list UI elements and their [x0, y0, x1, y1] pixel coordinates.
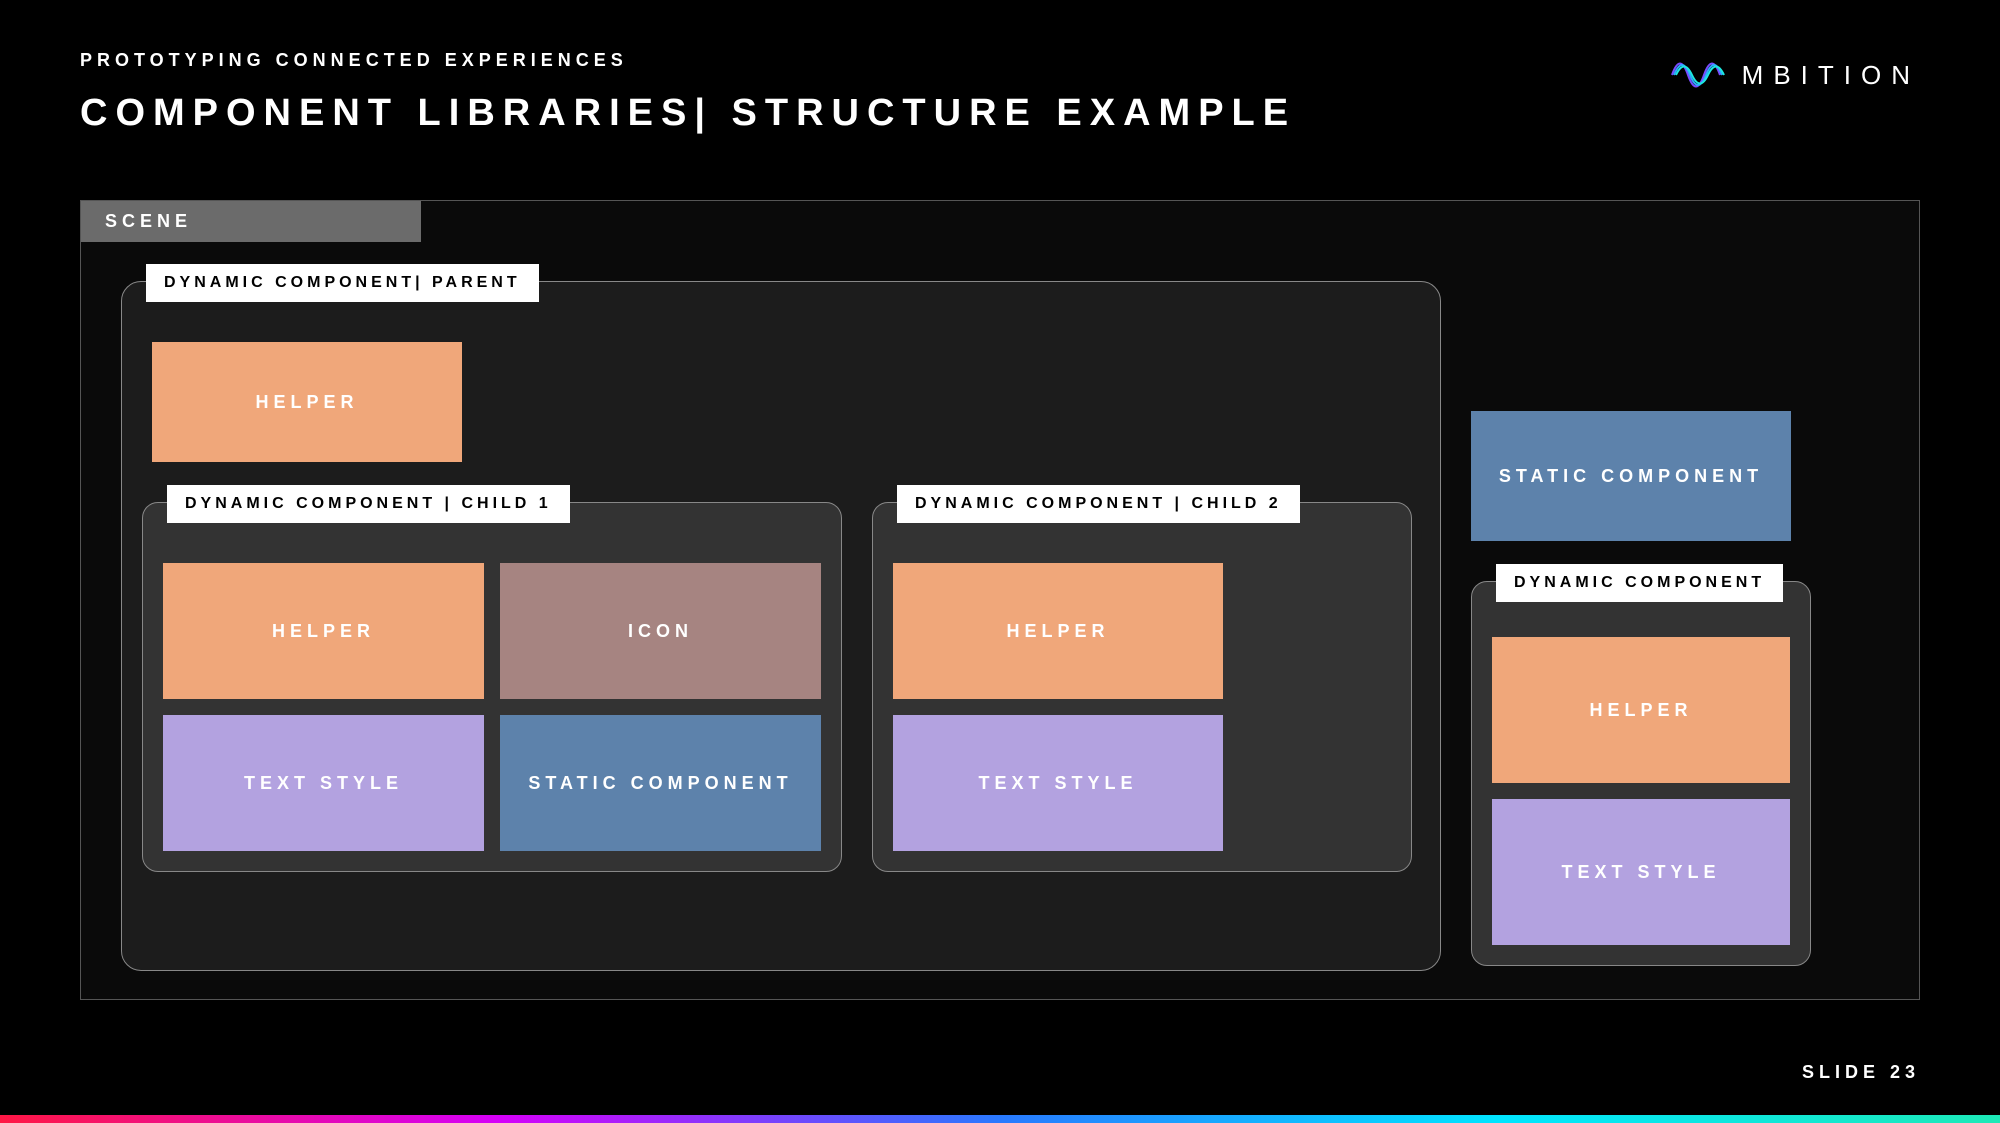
- child1-textstyle: TEXT STYLE: [163, 715, 484, 851]
- child1-component: DYNAMIC COMPONENT | CHILD 1 HELPER ICON …: [142, 502, 842, 872]
- parent-label: DYNAMIC COMPONENT| PARENT: [146, 264, 539, 302]
- child2-helper: HELPER: [893, 563, 1223, 699]
- child1-static: STATIC COMPONENT: [500, 715, 821, 851]
- logo-text: MBITION: [1742, 60, 1920, 91]
- right-static-component: STATIC COMPONENT: [1471, 411, 1791, 541]
- page-title: COMPONENT LIBRARIES| STRUCTURE EXAMPLE: [80, 92, 1296, 135]
- right-dynamic-component: DYNAMIC COMPONENT HELPER TEXT STYLE: [1471, 581, 1811, 966]
- parent-helper: HELPER: [152, 342, 462, 462]
- child1-label: DYNAMIC COMPONENT | CHILD 1: [167, 485, 570, 523]
- child1-helper: HELPER: [163, 563, 484, 699]
- child2-label: DYNAMIC COMPONENT | CHILD 2: [897, 485, 1300, 523]
- scene-tab: SCENE: [81, 201, 421, 242]
- slide-container: PROTOTYPING CONNECTED EXPERIENCES COMPON…: [0, 0, 2000, 1123]
- logo-icon: [1670, 50, 1726, 100]
- right-dyn-helper: HELPER: [1492, 637, 1790, 783]
- logo: MBITION: [1670, 50, 1920, 100]
- child2-textstyle: TEXT STYLE: [893, 715, 1223, 851]
- slide-number: SLIDE 23: [1802, 1062, 1920, 1083]
- right-dyn-label: DYNAMIC COMPONENT: [1496, 564, 1783, 602]
- parent-component: DYNAMIC COMPONENT| PARENT HELPER DYNAMIC…: [121, 281, 1441, 971]
- right-dyn-textstyle: TEXT STYLE: [1492, 799, 1790, 945]
- eyebrow-text: PROTOTYPING CONNECTED EXPERIENCES: [80, 50, 628, 71]
- child1-icon: ICON: [500, 563, 821, 699]
- child2-component: DYNAMIC COMPONENT | CHILD 2 HELPER TEXT …: [872, 502, 1412, 872]
- footer-color-strip: [0, 1115, 2000, 1123]
- scene-container: SCENE DYNAMIC COMPONENT| PARENT HELPER D…: [80, 200, 1920, 1000]
